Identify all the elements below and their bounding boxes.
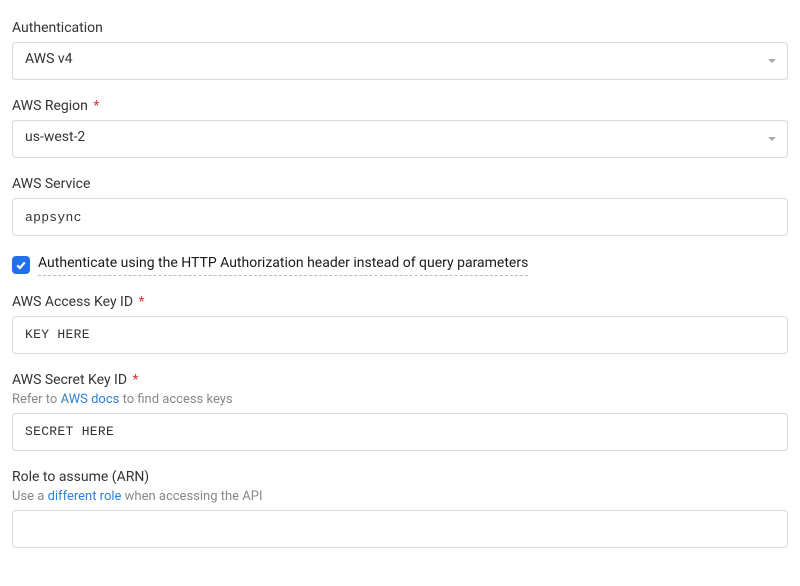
aws-docs-link[interactable]: AWS docs	[61, 392, 120, 407]
authentication-label: Authentication	[12, 20, 788, 36]
aws-region-select-wrapper: us-west-2	[12, 120, 788, 158]
checkmark-icon	[15, 259, 27, 271]
aws-region-field: AWS Region * us-west-2	[12, 98, 788, 158]
role-arn-helper: Use a different role when accessing the …	[12, 489, 788, 504]
secret-key-input[interactable]	[12, 413, 788, 451]
required-asterisk-icon: *	[133, 372, 139, 388]
access-key-label-text: AWS Access Key ID	[12, 294, 133, 310]
authentication-select[interactable]: AWS v4	[12, 42, 788, 80]
aws-region-select[interactable]: us-west-2	[12, 120, 788, 158]
secret-key-label: AWS Secret Key ID *	[12, 372, 788, 388]
secret-key-helper-prefix: Refer to	[12, 392, 61, 407]
secret-key-helper: Refer to AWS docs to find access keys	[12, 392, 788, 407]
aws-service-field: AWS Service	[12, 176, 788, 236]
access-key-input[interactable]	[12, 316, 788, 354]
authentication-field: Authentication AWS v4	[12, 20, 788, 80]
authentication-select-wrapper: AWS v4	[12, 42, 788, 80]
http-header-checkbox-label: Authenticate using the HTTP Authorizatio…	[38, 254, 528, 276]
role-arn-input[interactable]	[12, 510, 788, 548]
aws-service-input[interactable]	[12, 198, 788, 236]
role-arn-label: Role to assume (ARN)	[12, 469, 788, 485]
secret-key-label-text: AWS Secret Key ID	[12, 372, 127, 388]
role-arn-helper-prefix: Use a	[12, 489, 48, 504]
access-key-field: AWS Access Key ID *	[12, 294, 788, 354]
aws-region-label: AWS Region *	[12, 98, 788, 114]
secret-key-helper-suffix: to find access keys	[119, 392, 232, 407]
aws-region-label-text: AWS Region	[12, 98, 88, 114]
different-role-link[interactable]: different role	[48, 489, 122, 504]
secret-key-field: AWS Secret Key ID * Refer to AWS docs to…	[12, 372, 788, 451]
http-header-checkbox-row: Authenticate using the HTTP Authorizatio…	[12, 254, 788, 276]
access-key-label: AWS Access Key ID *	[12, 294, 788, 310]
http-header-checkbox[interactable]	[12, 256, 30, 274]
role-arn-field: Role to assume (ARN) Use a different rol…	[12, 469, 788, 548]
required-asterisk-icon: *	[139, 294, 145, 310]
role-arn-helper-suffix: when accessing the API	[121, 489, 262, 504]
required-asterisk-icon: *	[93, 98, 99, 114]
aws-service-label: AWS Service	[12, 176, 788, 192]
